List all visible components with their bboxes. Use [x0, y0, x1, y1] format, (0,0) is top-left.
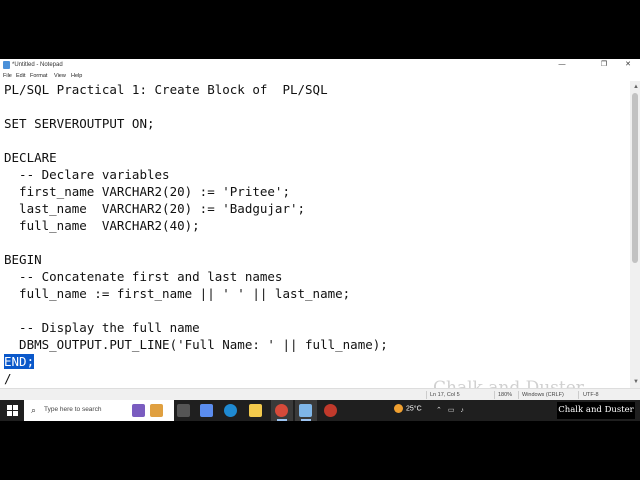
chevron-up-icon[interactable]: ⌃ — [436, 407, 442, 414]
scroll-thumb[interactable] — [632, 93, 638, 263]
code-line: -- Display the full name — [4, 320, 200, 335]
code-line-selected: END; — [4, 354, 35, 370]
sun-icon — [394, 404, 403, 413]
scroll-down-icon[interactable]: ▼ — [633, 379, 639, 385]
file-explorer-icon[interactable] — [249, 404, 262, 417]
code-line: first_name VARCHAR2(20) := 'Pritee'; — [4, 184, 290, 199]
running-indicator — [277, 419, 287, 421]
network-icon[interactable]: ▭ — [448, 407, 455, 414]
menu-bar: File Edit Format View Help — [0, 71, 640, 81]
vertical-scrollbar[interactable]: ▲ ▼ — [630, 81, 640, 388]
volume-icon[interactable]: ♪ — [460, 407, 464, 414]
notepad-icon — [3, 61, 10, 69]
status-divider — [494, 391, 495, 399]
widget-icon[interactable] — [150, 404, 163, 417]
running-indicator — [301, 419, 311, 421]
copilot-icon[interactable] — [200, 404, 213, 417]
taskbar: ⌕ Type here to search 25°C ⌃ ▭ ♪ Chalk a… — [0, 400, 640, 421]
menu-help[interactable]: Help — [71, 72, 82, 80]
title-bar: *Untitled - Notepad — ❐ ✕ — [0, 59, 640, 71]
code-line: BEGIN — [4, 252, 42, 267]
cursor-position: Ln 17, Col 5 — [430, 392, 460, 398]
status-divider — [578, 391, 579, 399]
menu-view[interactable]: View — [54, 72, 66, 80]
edge-icon[interactable] — [224, 404, 237, 417]
system-tray[interactable]: ⌃ ▭ ♪ — [436, 406, 464, 414]
code-line: DECLARE — [4, 150, 57, 165]
code-line: full_name := first_name || ' ' || last_n… — [4, 286, 351, 301]
encoding: UTF-8 — [583, 392, 599, 398]
code-line: full_name VARCHAR2(40); — [4, 218, 200, 233]
code-line: -- Declare variables — [4, 167, 170, 182]
search-placeholder: Type here to search — [44, 406, 102, 413]
notepad-taskbar-icon[interactable] — [299, 404, 312, 417]
search-icon: ⌕ — [31, 405, 37, 415]
recorder-icon[interactable] — [324, 404, 337, 417]
code-line: DBMS_OUTPUT.PUT_LINE('Full Name: ' || fu… — [4, 337, 388, 352]
temperature: 25°C — [406, 405, 422, 413]
close-button[interactable]: ✕ — [617, 59, 639, 71]
menu-file[interactable]: File — [3, 72, 12, 80]
menu-format[interactable]: Format — [30, 72, 47, 80]
channel-brand: Chalk and Duster — [557, 402, 635, 419]
notepad-window: *Untitled - Notepad — ❐ ✕ File Edit Form… — [0, 59, 640, 421]
task-view-icon[interactable] — [177, 404, 190, 417]
status-divider — [426, 391, 427, 399]
windows-start-icon[interactable] — [7, 405, 18, 416]
status-divider — [518, 391, 519, 399]
zoom-level: 180% — [498, 392, 513, 398]
code-line: SET SERVEROUTPUT ON; — [4, 116, 155, 131]
weather-widget[interactable]: 25°C — [394, 404, 422, 413]
line-ending: Windows (CRLF) — [522, 392, 564, 398]
code-line: PL/SQL Practical 1: Create Block of PL/S… — [4, 82, 328, 97]
news-widget-icon[interactable] — [132, 404, 145, 417]
code-line: last_name VARCHAR2(20) := 'Badgujar'; — [4, 201, 306, 216]
minimize-button[interactable]: — — [551, 59, 573, 71]
window-title: *Untitled - Notepad — [12, 62, 63, 68]
scroll-up-icon[interactable]: ▲ — [633, 84, 639, 90]
code-line: / — [4, 371, 12, 386]
selected-text: END; — [4, 354, 35, 369]
chrome-icon[interactable] — [275, 404, 288, 417]
watermark: Chalk and Duster — [433, 378, 584, 388]
text-editor[interactable]: PL/SQL Practical 1: Create Block of PL/S… — [0, 81, 630, 388]
menu-edit[interactable]: Edit — [16, 72, 25, 80]
maximize-button[interactable]: ❐ — [593, 59, 615, 71]
taskbar-search[interactable]: ⌕ Type here to search — [24, 400, 174, 421]
code-line: -- Concatenate first and last names — [4, 269, 283, 284]
